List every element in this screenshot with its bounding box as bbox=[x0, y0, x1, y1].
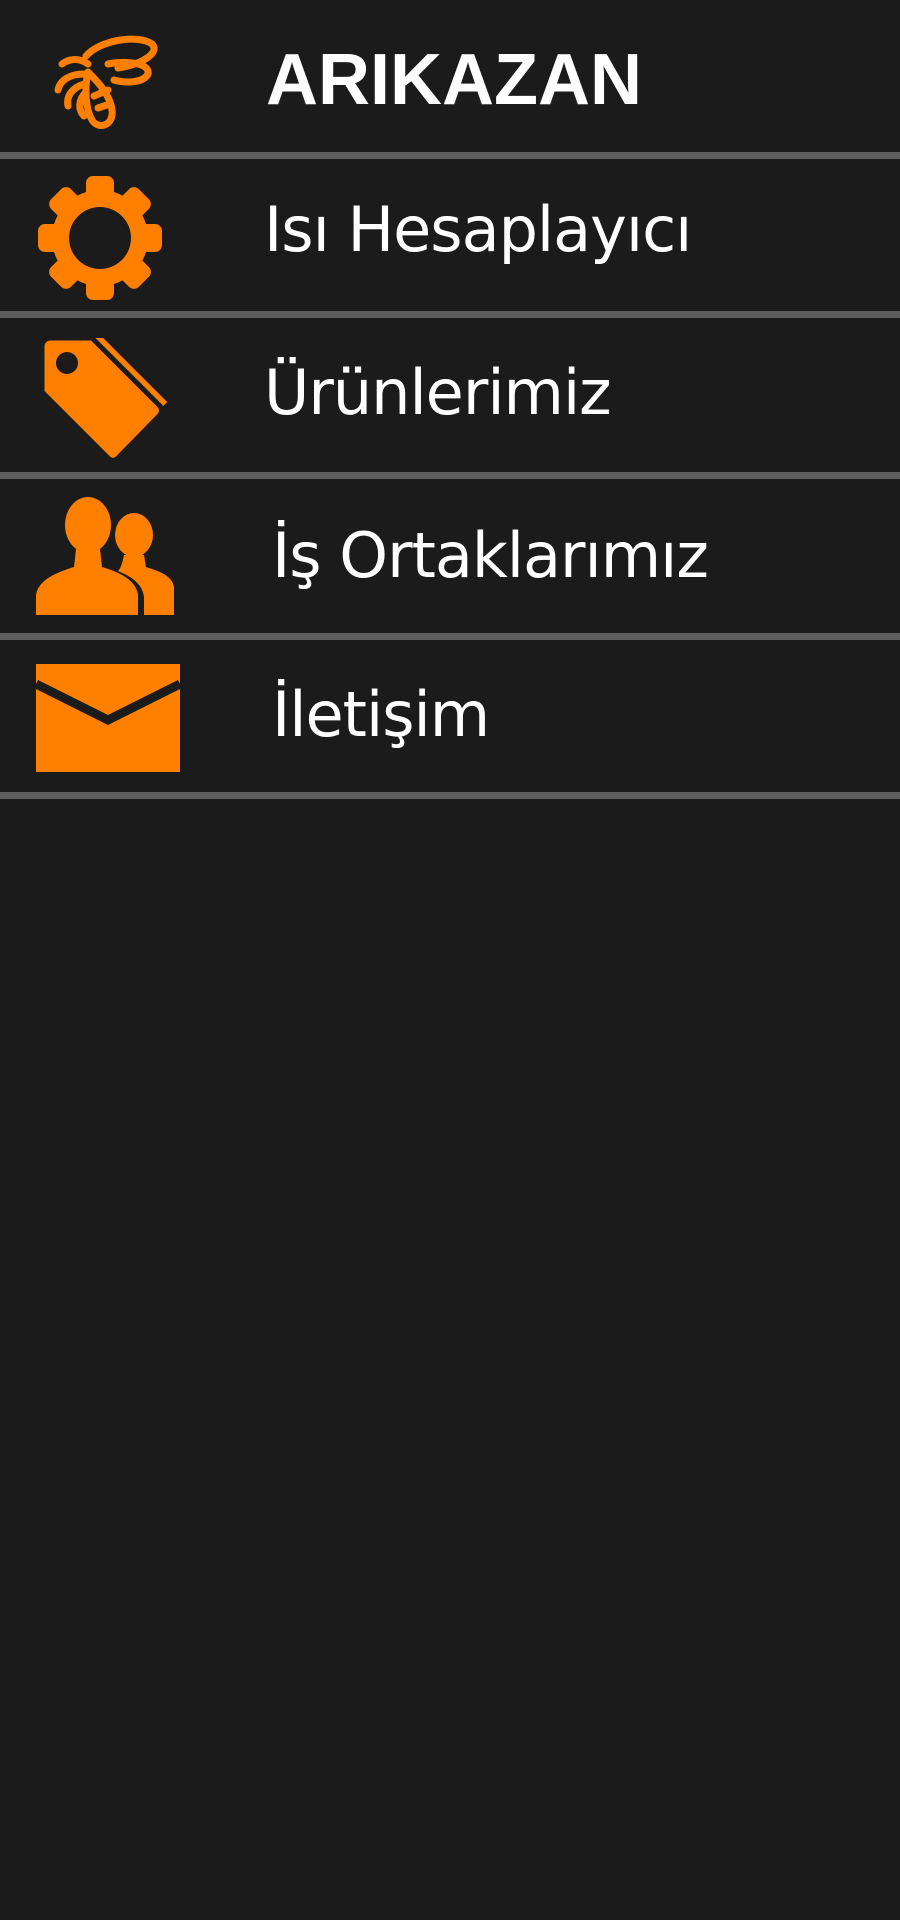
tags-icon bbox=[38, 332, 172, 466]
menu-divider bbox=[0, 633, 900, 640]
menu-item-partners[interactable]: İş Ortaklarımız bbox=[0, 479, 900, 633]
menu-divider bbox=[0, 792, 900, 799]
header: ARIKAZAN bbox=[0, 0, 900, 152]
header-divider bbox=[0, 152, 900, 159]
users-icon bbox=[34, 497, 176, 617]
empty-area bbox=[0, 799, 900, 1920]
menu-divider bbox=[0, 472, 900, 479]
menu-item-label: İletişim bbox=[272, 678, 490, 751]
menu-item-heat-calculator[interactable]: Isı Hesaplayıcı bbox=[0, 159, 900, 311]
menu-divider bbox=[0, 311, 900, 318]
gear-icon bbox=[38, 176, 162, 300]
bee-icon bbox=[48, 34, 164, 134]
menu-item-contact[interactable]: İletişim bbox=[0, 640, 900, 792]
menu-item-label: İş Ortaklarımız bbox=[272, 519, 709, 592]
menu-item-label: Ürünlerimiz bbox=[264, 356, 612, 429]
menu-item-label: Isı Hesaplayıcı bbox=[264, 193, 692, 266]
envelope-icon bbox=[36, 664, 180, 772]
side-menu: ARIKAZAN Isı Hesaplayıcı Ürünlerimiz İş … bbox=[0, 0, 900, 1920]
app-title: ARIKAZAN bbox=[266, 40, 642, 120]
menu-item-products[interactable]: Ürünlerimiz bbox=[0, 318, 900, 472]
